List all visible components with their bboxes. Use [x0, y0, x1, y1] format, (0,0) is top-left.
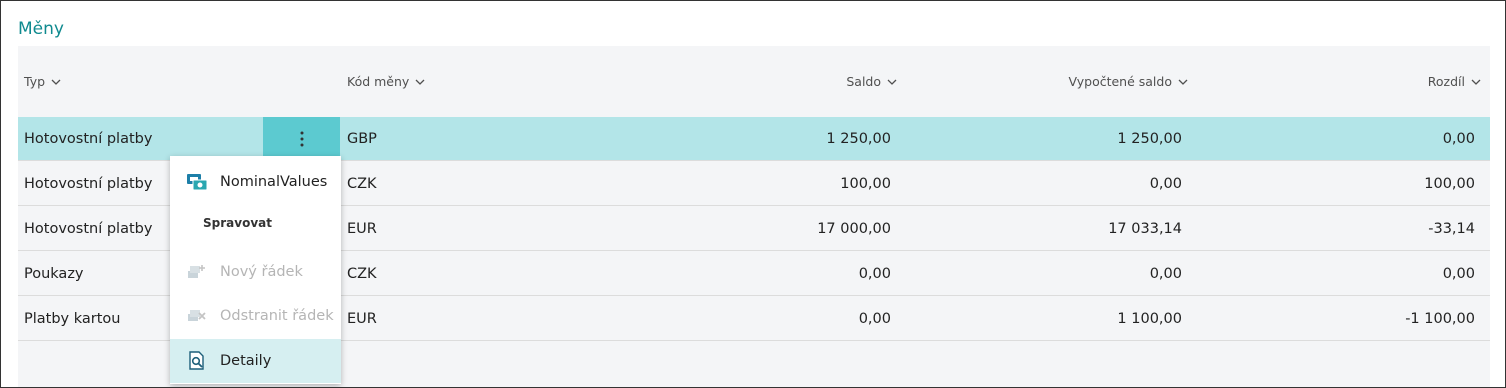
column-header-saldo[interactable]: Saldo: [846, 74, 897, 89]
menu-item-nominal-values[interactable]: NominalValues: [170, 160, 341, 204]
menu-item-delete-line[interactable]: Odstranit řádek: [170, 294, 341, 338]
cell-rozdil: 0,00: [1442, 266, 1475, 282]
more-vertical-icon: [300, 131, 303, 147]
window-frame: Měny Typ Kód měny Saldo Vypočtené saldo …: [0, 0, 1506, 388]
cell-typ: Hotovostní platby: [24, 221, 153, 237]
cell-kod-meny[interactable]: CZK: [347, 162, 377, 206]
menu-item-label: NominalValues: [220, 174, 328, 190]
cell-typ: Hotovostní platby: [24, 131, 153, 147]
chevron-down-icon: [1471, 79, 1481, 85]
cell-typ: Platby kartou: [24, 311, 121, 327]
column-header-label: Typ: [24, 74, 46, 89]
details-icon: [186, 350, 208, 372]
row-context-menu: NominalValues Spravovat Nový řádek Odstr…: [170, 156, 341, 384]
cell-rozdil: 100,00: [1424, 176, 1475, 192]
chevron-down-icon: [887, 79, 897, 85]
cell-saldo: 17 000,00: [817, 221, 891, 237]
section-title: Měny: [18, 19, 64, 39]
cell-vypoctene-saldo: 1 100,00: [1117, 311, 1182, 327]
chevron-down-icon: [415, 79, 425, 85]
cell-saldo: 0,00: [858, 266, 891, 282]
cell-kod-meny[interactable]: CZK: [347, 252, 377, 296]
cell-saldo: 0,00: [858, 311, 891, 327]
column-header-typ[interactable]: Typ: [24, 74, 61, 89]
delete-line-icon: [186, 305, 208, 327]
new-line-icon: [186, 261, 208, 283]
row-actions-button[interactable]: [263, 117, 340, 161]
menu-item-new-line[interactable]: Nový řádek: [170, 250, 341, 294]
menu-item-details[interactable]: Detaily: [170, 339, 341, 383]
nominal-values-icon: [186, 171, 208, 193]
column-header-label: Saldo: [846, 74, 881, 89]
cell-kod-meny[interactable]: EUR: [347, 297, 377, 341]
cell-vypoctene-saldo: 0,00: [1149, 176, 1182, 192]
grid-header: Typ Kód měny Saldo Vypočtené saldo Rozdí…: [18, 46, 1490, 116]
cell-saldo: 1 250,00: [826, 131, 891, 147]
cell-typ: Poukazy: [24, 266, 84, 282]
cell-kod-meny[interactable]: GBP: [347, 117, 377, 161]
column-header-rozdil[interactable]: Rozdíl: [1428, 74, 1481, 89]
column-header-vypoctene-saldo[interactable]: Vypočtené saldo: [1069, 74, 1188, 89]
chevron-down-icon: [1178, 79, 1188, 85]
cell-kod-meny[interactable]: EUR: [347, 207, 377, 251]
table-row[interactable]: Hotovostní platby GBP 1 250,00 1 250,00 …: [18, 117, 1490, 161]
cell-rozdil: -33,14: [1428, 221, 1475, 237]
cell-typ: Hotovostní platby: [24, 176, 153, 192]
menu-item-label: Detaily: [220, 353, 272, 369]
column-header-label: Kód měny: [347, 74, 410, 89]
cell-vypoctene-saldo: 1 250,00: [1117, 131, 1182, 147]
cell-vypoctene-saldo: 0,00: [1149, 266, 1182, 282]
menu-item-label: Nový řádek: [220, 264, 303, 280]
menu-item-label: Odstranit řádek: [220, 308, 334, 324]
cell-vypoctene-saldo: 17 033,14: [1108, 221, 1182, 237]
menu-section-heading: Spravovat: [203, 216, 272, 230]
column-header-label: Rozdíl: [1427, 74, 1465, 89]
cell-saldo: 100,00: [840, 176, 891, 192]
chevron-down-icon: [51, 79, 61, 85]
cell-rozdil: 0,00: [1442, 131, 1475, 147]
column-header-kod-meny[interactable]: Kód měny: [347, 74, 425, 89]
column-header-label: Vypočtené saldo: [1068, 74, 1172, 89]
cell-rozdil: -1 100,00: [1405, 311, 1475, 327]
